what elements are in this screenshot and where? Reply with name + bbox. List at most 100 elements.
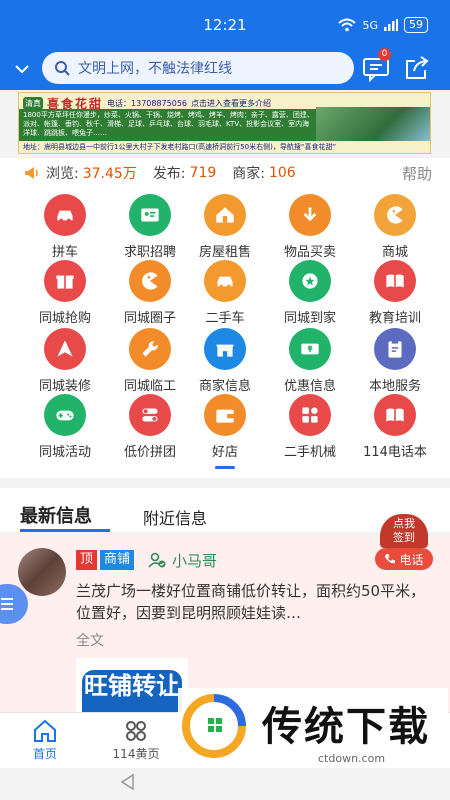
checkin-button[interactable]: 点我 签到 bbox=[380, 514, 428, 548]
category-item[interactable]: 同城装修 bbox=[22, 328, 108, 394]
download-icon bbox=[289, 194, 331, 236]
chevron-down-icon[interactable] bbox=[8, 54, 36, 84]
status-bar: 12:21 5G 59 bbox=[0, 0, 450, 52]
views-label: 浏览: bbox=[46, 166, 79, 182]
nav-home-label: 首页 bbox=[32, 747, 57, 761]
category-item[interactable]: 同城到家 bbox=[267, 260, 353, 326]
category-label: 114电话本 bbox=[363, 445, 427, 460]
category-label: 同城活动 bbox=[38, 445, 91, 460]
nav-yellow-pages-label: 114黄页 bbox=[112, 747, 160, 761]
book-icon bbox=[374, 260, 416, 302]
shop-icon bbox=[204, 328, 246, 370]
post-username[interactable]: 小马哥 bbox=[172, 550, 217, 571]
watermark: 传统下载 ctdown.com bbox=[178, 688, 448, 780]
avatar[interactable] bbox=[18, 548, 66, 596]
pacman-icon bbox=[129, 260, 171, 302]
wallet-icon bbox=[204, 394, 246, 436]
category-label: 同城装修 bbox=[38, 379, 91, 394]
full-text-link[interactable]: 全文 bbox=[76, 630, 104, 650]
call-button[interactable]: 电话 bbox=[375, 548, 433, 570]
phone-icon bbox=[385, 554, 396, 564]
views-value: 37.45万 bbox=[82, 166, 137, 182]
banner-hint: 点击进入查看更多介绍 bbox=[191, 99, 272, 108]
grid-circles-icon bbox=[126, 721, 146, 741]
category-item[interactable]: 好店 bbox=[182, 394, 268, 460]
category-label: 同城抢购 bbox=[38, 311, 91, 326]
merchants-label: 商家: bbox=[232, 166, 265, 182]
banner-body: 1800平方草坪任你漫步，炒菜、火锅、干锅、烧烤、烤鸡、烤羊、烤肉；亲子、露营、… bbox=[19, 109, 319, 141]
posts-value: 719 bbox=[189, 165, 217, 181]
checkin-line1: 点我 bbox=[393, 517, 415, 530]
category-item[interactable]: 物品买卖 bbox=[267, 194, 353, 260]
car-icon bbox=[44, 194, 86, 236]
help-link[interactable]: 帮助 bbox=[402, 163, 432, 184]
category-item[interactable]: 二手机械 bbox=[267, 394, 353, 460]
banner-photo bbox=[316, 107, 430, 143]
tab-latest-underline bbox=[20, 529, 110, 532]
category-label: 求职招聘 bbox=[123, 245, 176, 260]
back-triangle-icon[interactable] bbox=[118, 772, 138, 792]
category-item[interactable]: 商家信息 bbox=[182, 328, 268, 394]
category-label: 二手机械 bbox=[283, 445, 336, 460]
category-label: 同城临工 bbox=[123, 379, 176, 394]
category-item[interactable]: 本地服务 bbox=[352, 328, 438, 394]
banner-phone: 电话：13708875056 bbox=[107, 99, 188, 108]
menu-icon bbox=[1, 598, 13, 610]
category-label: 商城 bbox=[381, 245, 408, 260]
category-item[interactable]: 拼车 bbox=[22, 194, 108, 260]
checkin-line2: 签到 bbox=[393, 531, 415, 544]
gamepad-icon bbox=[44, 394, 86, 436]
stats-row: 浏览: 37.45万 发布: 719 商家: 106 帮助 bbox=[0, 158, 450, 188]
category-item[interactable]: 同城圈子 bbox=[107, 260, 193, 326]
apps-icon bbox=[289, 394, 331, 436]
system-nav-bar bbox=[0, 768, 450, 800]
category-label: 二手车 bbox=[205, 311, 245, 326]
category-label: 优惠信息 bbox=[283, 379, 336, 394]
toggle-icon bbox=[129, 394, 171, 436]
nav-yellow-pages[interactable]: 114黄页 bbox=[104, 719, 168, 765]
category-label: 好店 bbox=[211, 445, 238, 460]
tab-latest[interactable]: 最新信息 bbox=[20, 502, 92, 528]
book-icon bbox=[374, 394, 416, 436]
category-item[interactable]: 二手车 bbox=[182, 260, 268, 326]
gift-icon bbox=[44, 260, 86, 302]
wrench-icon bbox=[129, 328, 171, 370]
car-icon bbox=[204, 260, 246, 302]
top-bar: 12:21 5G 59 文明上网，不触法律红线 0 bbox=[0, 0, 450, 90]
message-badge: 0 bbox=[378, 48, 391, 61]
category-label: 房屋租售 bbox=[198, 245, 251, 260]
watermark-url: ctdown.com bbox=[318, 752, 386, 765]
tab-nearby[interactable]: 附近信息 bbox=[143, 505, 207, 529]
category-label: 低价拼团 bbox=[123, 445, 176, 460]
id-card-icon bbox=[129, 194, 171, 236]
watermark-text: 传统下载 bbox=[262, 704, 430, 750]
status-icons: 5G 59 bbox=[338, 17, 428, 33]
category-item[interactable]: 同城抢购 bbox=[22, 260, 108, 326]
category-item[interactable]: 商城 bbox=[352, 194, 438, 260]
star-badge-icon bbox=[289, 260, 331, 302]
house-icon bbox=[204, 194, 246, 236]
coupon-icon bbox=[289, 328, 331, 370]
top-tag: 顶 bbox=[76, 550, 98, 570]
category-label: 同城圈子 bbox=[123, 311, 176, 326]
category-item[interactable]: 低价拼团 bbox=[107, 394, 193, 460]
category-item[interactable]: 教育培训 bbox=[352, 260, 438, 326]
category-item[interactable]: 求职招聘 bbox=[107, 194, 193, 260]
category-item[interactable]: 房屋租售 bbox=[182, 194, 268, 260]
search-input[interactable]: 文明上网，不触法律红线 bbox=[42, 52, 354, 84]
clipboard-icon bbox=[374, 328, 416, 370]
arrow-icon bbox=[44, 328, 86, 370]
category-item[interactable]: 优惠信息 bbox=[267, 328, 353, 394]
category-label: 教育培训 bbox=[368, 311, 421, 326]
category-grid: 拼车 求职招聘 房屋租售 物品买卖 商城 同城抢购 同城圈子 二手车 同城到家 教育培训 同城装修同… bbox=[0, 188, 450, 478]
share-icon[interactable] bbox=[404, 55, 430, 81]
grid-page-indicator bbox=[215, 466, 235, 469]
category-item[interactable]: 同城活动 bbox=[22, 394, 108, 460]
category-item[interactable]: 同城临工 bbox=[107, 328, 193, 394]
post-text[interactable]: 兰茂广场一楼好位置商铺低价转让，面积约50平米，位置好，因要到昆明照顾娃娃读… bbox=[76, 580, 436, 624]
ad-banner[interactable]: 清真 喜食花甜 电话：13708875056 点击进入查看更多介绍 1800平方… bbox=[18, 92, 431, 154]
category-label: 同城到家 bbox=[283, 311, 336, 326]
category-item[interactable]: 114电话本 bbox=[352, 394, 438, 460]
nav-home[interactable]: 首页 bbox=[22, 719, 68, 765]
posts-label: 发布: bbox=[152, 166, 186, 182]
